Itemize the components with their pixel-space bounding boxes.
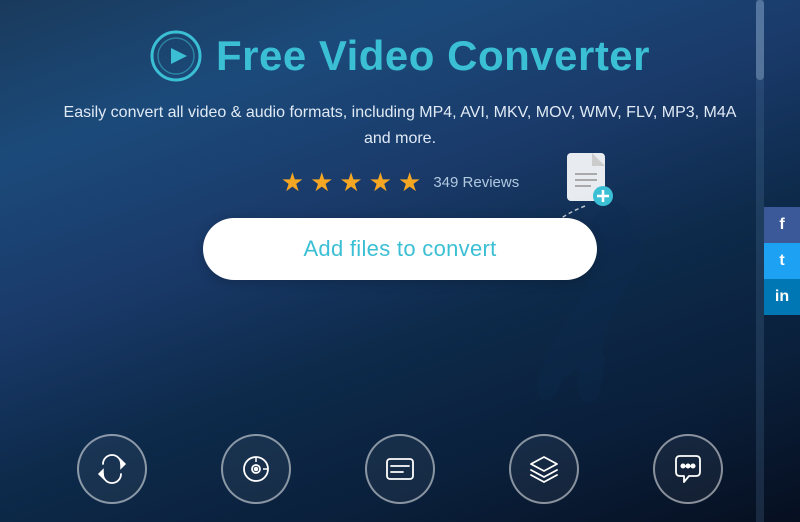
- layers-button[interactable]: [509, 434, 579, 504]
- scrollbar[interactable]: [756, 0, 764, 522]
- rating-row: ★ ★ ★ ★ ★ 349 Reviews: [281, 167, 519, 198]
- facebook-button[interactable]: f: [764, 207, 800, 243]
- star-2: ★: [310, 167, 333, 198]
- subtitles-button[interactable]: [365, 434, 435, 504]
- star-3: ★: [339, 167, 362, 198]
- linkedin-icon: in: [775, 288, 789, 306]
- scrollbar-thumb[interactable]: [756, 0, 764, 80]
- app-subtitle: Easily convert all video & audio formats…: [60, 100, 740, 151]
- app-logo-icon: [150, 30, 202, 82]
- chat-button[interactable]: [653, 434, 723, 504]
- star-1: ★: [281, 167, 304, 198]
- star-5: ★: [398, 167, 421, 198]
- add-files-button[interactable]: Add files to convert: [203, 218, 596, 280]
- star-4: ★: [369, 167, 392, 198]
- main-content: Free Video Converter Easily convert all …: [0, 0, 800, 310]
- convert-icon: [95, 452, 129, 486]
- facebook-icon: f: [779, 216, 784, 234]
- layers-icon: [527, 452, 561, 486]
- review-count: 349 Reviews: [433, 174, 519, 191]
- chat-icon: [671, 452, 705, 486]
- twitter-icon: t: [779, 252, 784, 270]
- bottom-toolbar: [0, 434, 800, 504]
- twitter-button[interactable]: t: [764, 243, 800, 279]
- file-upload-icon: [547, 148, 627, 238]
- media-icon: [239, 452, 273, 486]
- app-header: Free Video Converter: [150, 30, 650, 82]
- linkedin-button[interactable]: in: [764, 279, 800, 315]
- social-sidebar: f t in: [764, 207, 800, 315]
- app-title: Free Video Converter: [216, 32, 650, 80]
- add-files-area: Add files to convert: [203, 218, 596, 280]
- subtitles-icon: [383, 452, 417, 486]
- convert-button[interactable]: [77, 434, 147, 504]
- media-button[interactable]: [221, 434, 291, 504]
